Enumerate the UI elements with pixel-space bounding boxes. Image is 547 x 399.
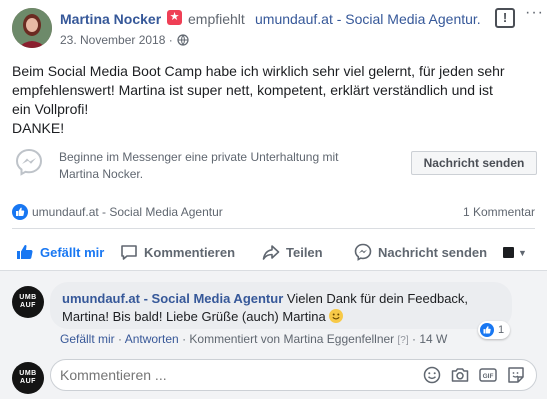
comment-label: Kommentieren	[144, 244, 236, 260]
thumbs-up-icon	[17, 245, 33, 259]
share-label: Teilen	[286, 244, 323, 260]
post-text-line: Beim Social Media Boot Camp habe ich wir…	[12, 63, 505, 79]
commenter-avatar[interactable]: UMB AUF	[12, 286, 44, 318]
comment-icon	[121, 245, 137, 260]
comment-input[interactable]	[60, 367, 360, 383]
like-reaction-icon	[12, 204, 28, 220]
like-label: Gefällt mir	[40, 244, 105, 260]
sticker-icon[interactable]	[506, 365, 526, 385]
comment-meta: Gefällt mir · Antworten · Kommentiert vo…	[60, 332, 447, 346]
send-button[interactable]: Nachricht senden	[354, 243, 487, 261]
smile-emoji-icon	[329, 309, 344, 323]
meta-separator: ·	[178, 332, 190, 346]
comment-text: Martina! Bis bald! Liebe Grüße (auch) Ma…	[62, 309, 326, 324]
reaction-count: 1	[498, 324, 505, 336]
share-icon	[262, 245, 280, 260]
messenger-icon	[15, 148, 43, 176]
messenger-prompt-line: Beginne im Messenger eine private Unterh…	[59, 150, 339, 164]
like-button[interactable]: Gefällt mir	[16, 243, 104, 261]
like-summary[interactable]: umundauf.at - Social Media Agentur	[32, 205, 223, 219]
divider	[12, 228, 535, 229]
messenger-prompt-line: Martina Nocker.	[59, 167, 144, 181]
camera-icon[interactable]	[450, 365, 470, 385]
more-options-icon[interactable]: ···	[525, 4, 544, 22]
globe-icon	[177, 34, 189, 46]
comment-text: Vielen Dank für dein Feedback,	[286, 291, 469, 306]
messenger-send-icon	[354, 243, 372, 261]
send-label: Nachricht senden	[378, 244, 488, 260]
author-avatar[interactable]	[12, 8, 52, 48]
page-avatar-mini	[503, 247, 514, 258]
share-button[interactable]: Teilen	[262, 243, 323, 261]
comment-like-link[interactable]: Gefällt mir	[60, 332, 115, 346]
emoji-icon[interactable]	[422, 365, 442, 385]
comment-author[interactable]: umundauf.at - Social Media Agentur	[62, 291, 283, 306]
author-name[interactable]: Martina Nocker	[60, 11, 161, 27]
messenger-prompt: Beginne im Messenger eine private Unterh…	[59, 149, 379, 183]
post-text: Beim Social Media Boot Camp habe ich wir…	[12, 62, 537, 138]
like-reaction-icon	[480, 323, 494, 337]
avatar-logo-text: UMB AUF	[19, 370, 37, 385]
send-message-button[interactable]: Nachricht senden	[411, 151, 537, 175]
svg-text:GIF: GIF	[483, 373, 494, 380]
reply-avatar: UMB AUF	[12, 362, 44, 394]
page-selector[interactable]: ▼	[503, 247, 527, 258]
post-date[interactable]: 23. November 2018 ·	[60, 33, 173, 47]
comment-time[interactable]: · 14 W	[409, 332, 447, 346]
comment-bubble: umundauf.at - Social Media Agentur Viele…	[50, 282, 512, 329]
recommended-page-link[interactable]: umundauf.at - Social Media Agentur.	[255, 11, 481, 27]
post-text-line: ein Vollprofi!	[12, 101, 89, 117]
comment-button[interactable]: Kommentieren	[120, 243, 235, 261]
gif-icon[interactable]: GIF	[478, 365, 498, 385]
report-icon[interactable]: !	[495, 8, 515, 28]
post-text-line: DANKE!	[12, 120, 65, 136]
comment-count[interactable]: 1 Kommentar	[463, 205, 535, 219]
meta-separator: ·	[114, 332, 125, 346]
recommend-star-icon: ★	[167, 10, 182, 25]
recommends-text: empfiehlt	[188, 11, 245, 27]
help-link[interactable]: [?]	[398, 335, 409, 346]
post-text-line: empfehlenswert! Martina ist super nett, …	[12, 82, 493, 98]
comment-reply-link[interactable]: Antworten	[125, 332, 179, 346]
commented-by: Kommentiert von Martina Eggenfellner	[189, 332, 395, 346]
comment-reactions[interactable]: 1	[478, 321, 511, 339]
chevron-down-icon: ▼	[518, 247, 527, 258]
avatar-logo-text: UMB AUF	[19, 294, 37, 309]
